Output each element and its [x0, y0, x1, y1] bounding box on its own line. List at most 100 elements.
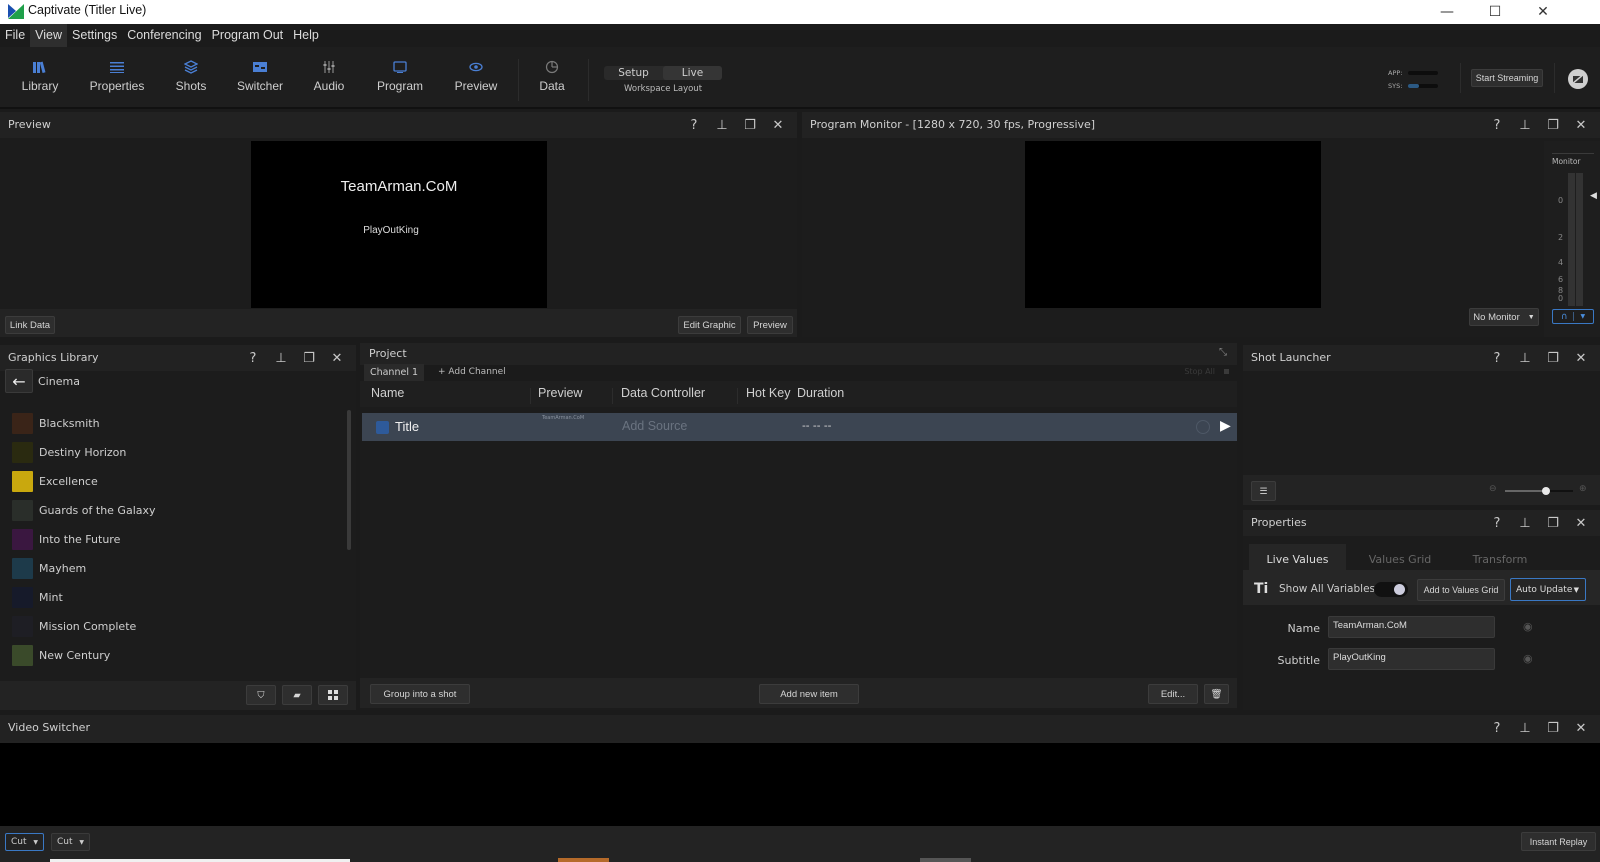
- zoom-out-icon[interactable]: ⊖: [1489, 484, 1497, 494]
- delete-button[interactable]: 🗑: [1204, 684, 1229, 704]
- volume-handle-icon[interactable]: ◀: [1590, 191, 1597, 201]
- pin-icon[interactable]: ⊥: [1516, 719, 1534, 737]
- tool-switcher[interactable]: Switcher: [232, 57, 288, 93]
- tab-transform[interactable]: Transform: [1450, 544, 1550, 574]
- pin-icon[interactable]: ⊥: [1516, 349, 1534, 367]
- add-to-values-grid-button[interactable]: Add to Values Grid: [1417, 579, 1505, 601]
- edit-button[interactable]: Edit...: [1148, 684, 1198, 704]
- tab-live-values[interactable]: Live Values: [1249, 544, 1346, 574]
- float-window-icon[interactable]: ❐: [741, 116, 759, 134]
- tool-shots[interactable]: Shots: [168, 57, 214, 93]
- close-icon[interactable]: ✕: [328, 349, 346, 367]
- close-icon[interactable]: ✕: [1572, 514, 1590, 532]
- start-streaming-button[interactable]: Start Streaming: [1471, 69, 1543, 87]
- transition-dropdown-2[interactable]: Cut ▼: [51, 833, 90, 851]
- tool-preview[interactable]: Preview: [448, 57, 504, 93]
- float-window-icon[interactable]: ❐: [1544, 719, 1562, 737]
- save-graphic-button[interactable]: ⛉: [246, 685, 276, 705]
- column-duration[interactable]: Duration: [797, 386, 844, 400]
- help-icon[interactable]: ?: [244, 349, 262, 367]
- float-window-icon[interactable]: ❐: [1544, 349, 1562, 367]
- help-icon[interactable]: ?: [1488, 116, 1506, 134]
- auto-update-dropdown[interactable]: Auto Update ▼: [1510, 578, 1586, 601]
- tab-channel-1[interactable]: Channel 1: [364, 364, 424, 381]
- help-icon[interactable]: ?: [1488, 349, 1506, 367]
- library-item[interactable]: Mayhem: [12, 556, 86, 580]
- visibility-eye-icon[interactable]: ◉: [1523, 652, 1533, 665]
- library-item[interactable]: Mint: [12, 585, 63, 609]
- streaming-status-button[interactable]: [1568, 69, 1588, 89]
- zoom-slider-handle[interactable]: [1541, 487, 1550, 495]
- menu-view[interactable]: View: [30, 24, 68, 47]
- stop-all-button[interactable]: Stop All: [1184, 367, 1215, 376]
- subtitle-field[interactable]: PlayOutKing: [1328, 648, 1495, 670]
- close-icon[interactable]: ✕: [1572, 349, 1590, 367]
- column-name[interactable]: Name: [371, 386, 404, 400]
- workspace-live[interactable]: Live: [663, 66, 722, 80]
- float-window-icon[interactable]: ❐: [1544, 116, 1562, 134]
- zoom-in-icon[interactable]: ⊕: [1579, 484, 1587, 494]
- menu-conferencing[interactable]: Conferencing: [122, 24, 206, 47]
- tool-program[interactable]: Program: [372, 57, 428, 93]
- column-preview[interactable]: Preview: [538, 386, 582, 400]
- visibility-eye-icon[interactable]: ◉: [1523, 620, 1533, 633]
- library-item[interactable]: Blacksmith: [12, 411, 100, 435]
- transition-dropdown-1[interactable]: Cut ▼: [5, 833, 44, 851]
- no-monitor-dropdown[interactable]: No Monitor ▼: [1469, 308, 1539, 326]
- close-window-button[interactable]: ✕: [1520, 0, 1566, 24]
- library-item[interactable]: Mission Complete: [12, 614, 136, 638]
- preview-button[interactable]: Preview: [747, 316, 793, 334]
- pin-icon[interactable]: ⊥: [272, 349, 290, 367]
- table-row[interactable]: Title TeamArman.CoM Add Source -- -- -- …: [362, 413, 1237, 441]
- library-item[interactable]: New Century: [12, 643, 110, 667]
- tool-library[interactable]: Library: [18, 57, 62, 93]
- check-icon[interactable]: [1196, 420, 1210, 434]
- add-channel-button[interactable]: + Add Channel: [438, 367, 506, 377]
- pin-icon[interactable]: ⊥: [1516, 514, 1534, 532]
- close-icon[interactable]: ✕: [1572, 719, 1590, 737]
- show-all-variables-toggle[interactable]: [1374, 582, 1408, 597]
- float-window-icon[interactable]: ❐: [300, 349, 318, 367]
- menu-settings[interactable]: Settings: [67, 24, 122, 47]
- column-data-controller[interactable]: Data Controller: [621, 386, 705, 400]
- tool-audio[interactable]: Audio: [308, 57, 350, 93]
- help-icon[interactable]: ?: [1488, 719, 1506, 737]
- menu-file[interactable]: File: [0, 24, 30, 47]
- maximize-button[interactable]: ☐: [1472, 0, 1518, 24]
- play-icon[interactable]: ▶: [1220, 418, 1231, 434]
- add-folder-button[interactable]: ▰: [282, 685, 312, 705]
- menu-program-out[interactable]: Program Out: [207, 24, 289, 47]
- help-icon[interactable]: ?: [1488, 514, 1506, 532]
- library-item[interactable]: Into the Future: [12, 527, 120, 551]
- minimize-button[interactable]: —: [1424, 0, 1470, 24]
- pin-icon[interactable]: ⊥: [1516, 116, 1534, 134]
- float-window-icon[interactable]: ❐: [1544, 514, 1562, 532]
- pin-icon[interactable]: ⊥: [713, 116, 731, 134]
- scrollbar[interactable]: [347, 410, 351, 550]
- back-button[interactable]: ←: [5, 369, 33, 393]
- close-icon[interactable]: ✕: [1572, 116, 1590, 134]
- grid-view-button[interactable]: [318, 685, 348, 705]
- library-item[interactable]: Guards of the Galaxy: [12, 498, 156, 522]
- column-hot-key[interactable]: Hot Key: [746, 386, 790, 400]
- group-into-shot-button[interactable]: Group into a shot: [370, 684, 470, 704]
- collapse-icon[interactable]: ⤡: [1219, 347, 1227, 358]
- add-new-item-button[interactable]: Add new item: [759, 684, 859, 704]
- workspace-setup[interactable]: Setup: [604, 66, 663, 80]
- headphone-monitor-button[interactable]: ∩ ▼: [1552, 309, 1594, 324]
- name-field[interactable]: TeamArman.CoM: [1328, 616, 1495, 638]
- instant-replay-button[interactable]: Instant Replay: [1521, 832, 1596, 851]
- tool-properties[interactable]: Properties: [86, 57, 148, 93]
- zoom-slider[interactable]: [1505, 487, 1573, 495]
- library-item[interactable]: Destiny Horizon: [12, 440, 126, 464]
- tab-values-grid[interactable]: Values Grid: [1350, 544, 1450, 574]
- edit-graphic-button[interactable]: Edit Graphic: [678, 316, 741, 334]
- link-data-button[interactable]: Link Data: [5, 316, 55, 334]
- help-icon[interactable]: ?: [685, 116, 703, 134]
- tool-data[interactable]: Data: [530, 57, 574, 93]
- stop-icon[interactable]: [1224, 369, 1229, 374]
- filter-button[interactable]: ☰: [1251, 481, 1276, 501]
- library-item[interactable]: Excellence: [12, 469, 98, 493]
- menu-help[interactable]: Help: [288, 24, 324, 47]
- add-source-field[interactable]: Add Source: [622, 419, 687, 433]
